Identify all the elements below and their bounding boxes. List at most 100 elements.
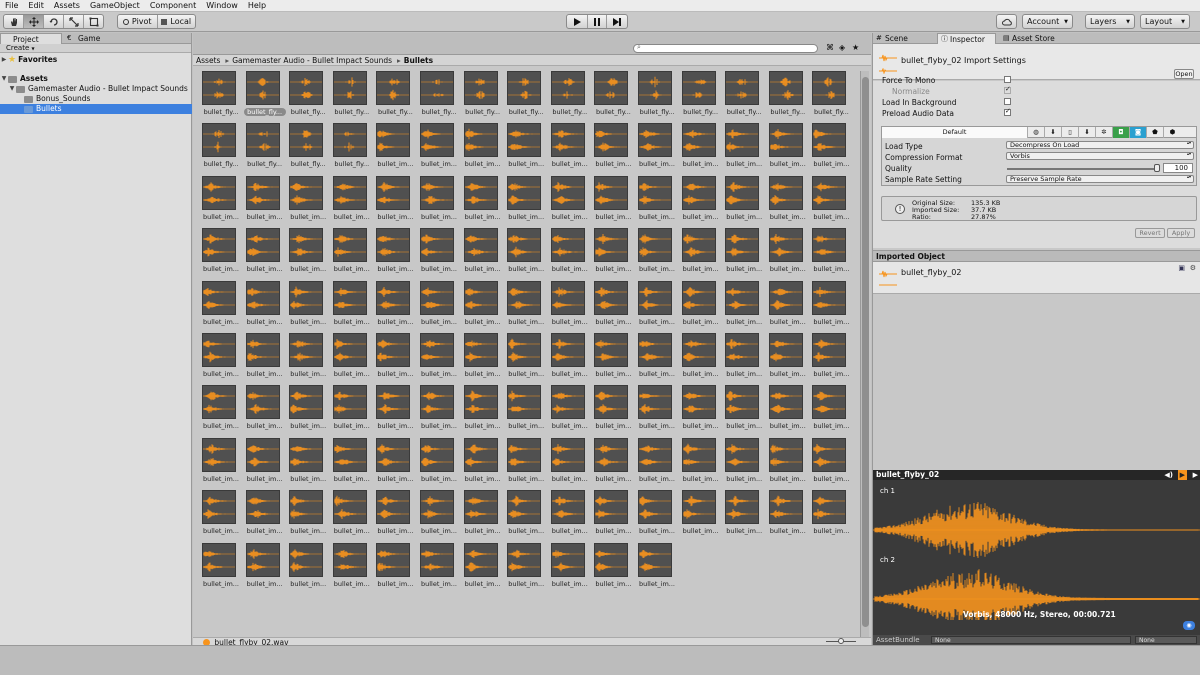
asset-tile[interactable]: bullet_im... (681, 490, 726, 542)
asset-tile[interactable]: bullet_im... (463, 437, 508, 490)
asset-tile[interactable]: bullet_im... (594, 228, 638, 280)
load-type-dropdown[interactable]: Decompress On Load (1006, 141, 1194, 149)
asset-bundle-dropdown[interactable]: None (931, 636, 1131, 644)
asset-tile[interactable]: bullet_im... (202, 437, 246, 490)
asset-tile[interactable]: bullet_im... (550, 437, 595, 490)
asset-tile[interactable]: bullet_fly... (332, 123, 377, 175)
asset-tile[interactable]: bullet_im... (638, 542, 682, 595)
asset-tile[interactable]: bullet_im... (332, 280, 377, 333)
asset-tile[interactable]: bullet_im... (420, 490, 464, 542)
asset-tile[interactable]: bullet_im... (550, 175, 595, 228)
tab-game[interactable]: € Game (66, 33, 126, 44)
asset-tile[interactable]: bullet_im... (638, 123, 682, 175)
asset-bundle-variant-dropdown[interactable]: None (1135, 636, 1197, 644)
asset-tile[interactable]: bullet_im... (245, 385, 290, 437)
asset-tile[interactable]: bullet_im... (768, 437, 813, 490)
asset-tile[interactable]: bullet_im... (725, 490, 769, 542)
help-icon[interactable]: ▣ (1178, 264, 1185, 272)
asset-tile[interactable]: bullet_im... (202, 490, 246, 542)
asset-tile[interactable]: bullet_im... (768, 490, 813, 542)
asset-tile[interactable]: bullet_fly... (507, 71, 551, 123)
asset-tile[interactable]: bullet_im... (768, 175, 813, 228)
asset-tile[interactable]: bullet_im... (594, 333, 638, 385)
tab-project[interactable]: Project (0, 33, 62, 44)
tab-inspector[interactable]: ⓘ Inspector (937, 33, 996, 44)
asset-tile[interactable]: bullet_im... (420, 385, 464, 437)
breadcrumb-pack[interactable]: Gamemaster Audio - Bullet Impact Sounds (232, 56, 392, 65)
asset-tile[interactable]: bullet_im... (768, 280, 813, 333)
local-button[interactable]: Local (158, 15, 196, 28)
asset-tile[interactable]: bullet_im... (202, 175, 246, 228)
menu-edit[interactable]: Edit (23, 0, 49, 12)
layout-dropdown[interactable]: Layout ▼ (1140, 14, 1190, 29)
asset-tile[interactable]: bullet_im... (638, 175, 682, 228)
asset-tile[interactable]: bullet_im... (376, 175, 420, 228)
asset-tile[interactable]: bullet_im... (681, 385, 726, 437)
zoom-slider-knob[interactable] (838, 638, 844, 644)
play-preview-icon[interactable]: ▶ (1177, 470, 1187, 480)
asset-tile[interactable]: bullet_im... (332, 333, 377, 385)
asset-tile[interactable]: bullet_im... (376, 228, 420, 280)
asset-tile[interactable]: bullet_im... (594, 490, 638, 542)
normalize-checkbox[interactable] (1004, 85, 1011, 94)
asset-tile[interactable]: bullet_im... (725, 385, 769, 437)
quality-value-field[interactable]: 100 (1163, 163, 1193, 173)
asset-tile[interactable]: bullet_im... (332, 385, 377, 437)
asset-tile[interactable]: bullet_im... (638, 228, 682, 280)
breadcrumb-bullets[interactable]: Bullets (404, 56, 433, 65)
sample-rate-dropdown[interactable]: Preserve Sample Rate (1006, 175, 1194, 183)
asset-tile[interactable]: bullet_im... (638, 437, 682, 490)
autoplay-icon[interactable]: ◀) (1164, 470, 1173, 480)
menu-help[interactable]: Help (243, 0, 271, 12)
tab-asset-store[interactable]: ▤ Asset Store (1000, 33, 1070, 44)
asset-tile[interactable]: bullet_im... (463, 280, 508, 333)
loop-icon[interactable]: ▶ (1193, 470, 1198, 480)
asset-tile[interactable]: bullet_im... (245, 228, 290, 280)
browser-scrollbar[interactable] (860, 71, 869, 641)
asset-tile[interactable]: bullet_fly... (202, 123, 246, 175)
asset-tile[interactable]: bullet_im... (638, 280, 682, 333)
asset-tile[interactable]: bullet_im... (594, 280, 638, 333)
asset-tile[interactable]: bullet_im... (812, 437, 852, 490)
breadcrumb-assets[interactable]: Assets (196, 56, 220, 65)
scale-tool-button[interactable] (64, 15, 84, 28)
open-button[interactable]: Open (1174, 69, 1194, 79)
asset-tile[interactable]: bullet_im... (420, 123, 464, 175)
apply-button[interactable]: Apply (1167, 228, 1195, 238)
asset-tile[interactable]: bullet_fly... (638, 71, 682, 123)
asset-tile[interactable]: bullet_im... (681, 175, 726, 228)
move-tool-button[interactable] (24, 15, 44, 28)
tab-platform-xbox[interactable]: ◘ (1113, 127, 1130, 138)
menu-window[interactable]: Window (201, 0, 243, 12)
asset-tile[interactable]: bullet_im... (463, 175, 508, 228)
load-in-background-checkbox[interactable] (1004, 98, 1011, 105)
tab-platform-ios[interactable]: ▯ (1062, 127, 1079, 138)
menu-gameobject[interactable]: GameObject (85, 0, 145, 12)
asset-tile[interactable]: bullet_im... (507, 280, 551, 333)
asset-tile[interactable]: bullet_im... (812, 333, 852, 385)
tab-platform-webgl[interactable]: ⬟ (1147, 127, 1164, 138)
asset-tile[interactable]: bullet_im... (420, 280, 464, 333)
cloud-button[interactable] (997, 15, 1016, 28)
asset-tile[interactable]: bullet_im... (725, 228, 769, 280)
asset-tile[interactable]: bullet_im... (725, 123, 769, 175)
asset-tile[interactable]: bullet_im... (420, 175, 464, 228)
asset-tile[interactable]: bullet_im... (463, 490, 508, 542)
asset-tile[interactable]: bullet_im... (202, 385, 246, 437)
asset-tile[interactable]: bullet_im... (812, 123, 852, 175)
asset-tile[interactable]: bullet_fly... (243, 71, 290, 123)
asset-tile[interactable]: bullet_im... (725, 280, 769, 333)
asset-tile[interactable]: bullet_im... (550, 228, 595, 280)
asset-tile[interactable]: bullet_im... (507, 385, 551, 437)
asset-tile[interactable]: bullet_im... (681, 228, 726, 280)
tab-platform-web[interactable]: ◍ (1028, 127, 1045, 138)
compression-format-dropdown[interactable]: Vorbis (1006, 152, 1194, 160)
asset-tile[interactable]: bullet_im... (245, 280, 290, 333)
asset-tile[interactable]: bullet_fly... (289, 123, 333, 175)
asset-tile[interactable]: bullet_im... (463, 123, 508, 175)
asset-tile[interactable]: bullet_im... (289, 437, 333, 490)
revert-button[interactable]: Revert (1135, 228, 1165, 238)
asset-tile[interactable]: bullet_im... (332, 542, 377, 595)
favorite-search-icon[interactable]: ★ (852, 43, 859, 52)
asset-tile[interactable]: bullet_im... (289, 490, 333, 542)
